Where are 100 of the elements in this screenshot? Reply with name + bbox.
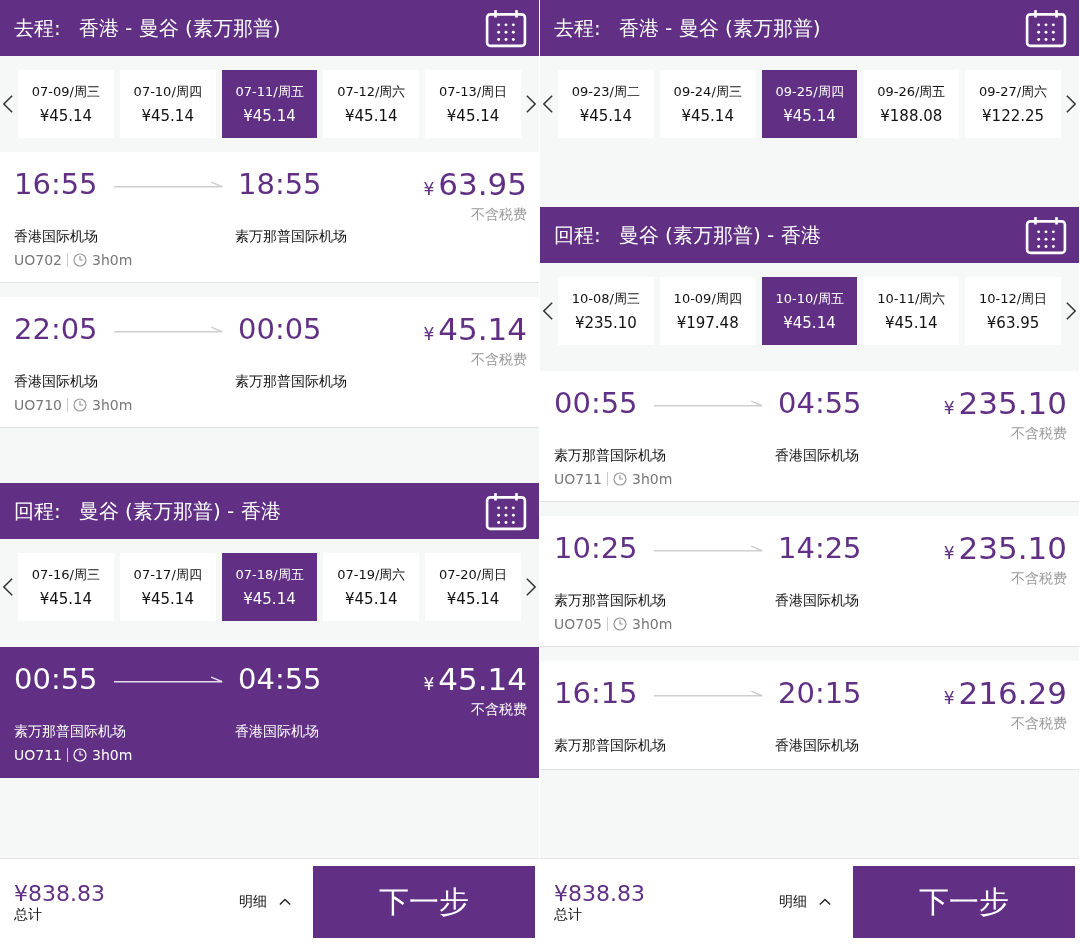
departure-airport: 素万那普国际机场 — [14, 723, 127, 741]
calendar-icon — [1025, 215, 1067, 255]
calendar-button[interactable] — [485, 491, 527, 531]
leg-label: 回程: — [554, 221, 601, 249]
date-tab[interactable]: 10-11/周六 ¥45.14 — [863, 277, 960, 345]
arrival-time: 04:55 — [778, 386, 863, 420]
flight-card[interactable]: 00:55 04:55 ¥235.10 不含税费 素万那普国际机场 香港国际机场 UO711 3h0m — [540, 371, 1079, 502]
flight-number: UO711 — [554, 471, 602, 487]
flight-duration: 3h0m — [92, 747, 133, 763]
fare-amount: 63.95 — [438, 166, 527, 202]
date-tab[interactable]: 09-25/周四 ¥45.14 — [761, 70, 858, 138]
date-tab[interactable]: 09-23/周二 ¥45.14 — [558, 70, 654, 138]
fare-amount: 235.10 — [958, 530, 1067, 566]
flight-duration: 3h0m — [632, 471, 673, 487]
chevron-left-icon — [3, 94, 13, 114]
currency-symbol: ¥ — [423, 674, 435, 694]
arrow-icon — [114, 324, 224, 334]
fare-amount: 235.10 — [958, 385, 1067, 421]
next-step-button[interactable]: 下一步 — [853, 866, 1075, 938]
departure-airport: 素万那普国际机场 — [554, 592, 667, 610]
date-tab[interactable]: 10-10/周五 ¥45.14 — [761, 277, 858, 345]
route-title: 曼谷 (素万那普) - 香港 — [618, 221, 822, 249]
flight-card[interactable]: 22:05 00:05 ¥45.14 不含税费 香港国际机场 素万那普国际机场 UO710 3h0m — [0, 297, 539, 428]
tax-note: 不含税费 — [1011, 425, 1067, 443]
total-price: ¥838.83 — [14, 880, 106, 906]
leg-label: 回程: — [14, 497, 61, 525]
departure-time: 22:05 — [14, 312, 99, 346]
arrow-icon — [114, 674, 224, 684]
arrival-time: 18:55 — [238, 167, 323, 201]
departure-airport: 香港国际机场 — [14, 228, 99, 246]
leg-label: 去程: — [554, 14, 601, 42]
calendar-icon — [485, 8, 527, 48]
flight-card[interactable]: 16:55 18:55 ¥63.95 不含税费 香港国际机场 素万那普国际机场 UO702 3h0m — [0, 152, 539, 283]
departure-airport: 素万那普国际机场 — [554, 737, 667, 755]
caret-up-icon — [819, 898, 831, 906]
chevron-right-icon — [1066, 301, 1076, 321]
date-tab[interactable]: 09-24/周三 ¥45.14 — [659, 70, 756, 138]
arrival-airport: 香港国际机场 — [235, 723, 320, 741]
calendar-icon — [485, 491, 527, 531]
flight-card[interactable]: 16:15 20:15 ¥216.29 不含税费 素万那普国际机场 香港国际机场 — [540, 661, 1079, 770]
arrival-time: 04:55 — [238, 662, 323, 696]
departure-airport: 香港国际机场 — [14, 373, 99, 391]
tax-note: 不含税费 — [1011, 570, 1067, 588]
chevron-right-icon — [526, 94, 536, 114]
flight-number: UO705 — [554, 616, 602, 632]
date-tab[interactable]: 07-12/周六 ¥45.14 — [323, 70, 420, 138]
arrow-icon — [654, 543, 764, 553]
arrow-icon — [114, 179, 224, 189]
flight-card[interactable]: 00:55 04:55 ¥45.14 不含税费 素万那普国际机场 香港国际机场 UO711 3h0m — [0, 647, 539, 778]
calendar-button[interactable] — [1025, 8, 1067, 48]
details-toggle[interactable]: 明细 — [233, 892, 297, 912]
arrival-airport: 香港国际机场 — [775, 737, 860, 755]
leg-label: 去程: — [14, 14, 61, 42]
clock-icon — [73, 398, 87, 412]
arrival-airport: 香港国际机场 — [775, 447, 860, 465]
date-tab[interactable]: 07-09/周三 ¥45.14 — [18, 70, 114, 138]
tax-note: 不含税费 — [471, 206, 527, 224]
departure-airport: 素万那普国际机场 — [554, 447, 667, 465]
arrow-icon — [654, 398, 764, 408]
departure-time: 16:55 — [14, 167, 99, 201]
currency-symbol: ¥ — [423, 324, 435, 344]
clock-icon — [73, 748, 87, 762]
date-tab[interactable]: 10-08/周三 ¥235.10 — [558, 277, 654, 345]
flight-card[interactable]: 10:25 14:25 ¥235.10 不含税费 素万那普国际机场 香港国际机场 UO705 3h0m — [540, 516, 1079, 647]
caret-up-icon — [279, 898, 291, 906]
date-tab[interactable]: 07-17/周四 ¥45.14 — [119, 553, 216, 621]
date-tab[interactable]: 09-26/周五 ¥188.08 — [863, 70, 960, 138]
total-price: ¥838.83 — [554, 880, 646, 906]
departure-time: 00:55 — [14, 662, 99, 696]
calendar-button[interactable] — [485, 8, 527, 48]
tax-note: 不含税费 — [1011, 715, 1067, 733]
arrival-time: 20:15 — [778, 676, 863, 710]
chevron-right-icon — [526, 577, 536, 597]
currency-symbol: ¥ — [423, 179, 435, 199]
date-tab[interactable]: 10-12/周日 ¥63.95 — [965, 277, 1061, 345]
date-tab[interactable]: 07-11/周五 ¥45.14 — [221, 70, 318, 138]
details-toggle[interactable]: 明细 — [773, 892, 837, 912]
date-tab[interactable]: 07-19/周六 ¥45.14 — [323, 553, 420, 621]
next-step-button[interactable]: 下一步 — [313, 866, 535, 938]
date-tab[interactable]: 07-13/周日 ¥45.14 — [425, 70, 521, 138]
date-tab[interactable]: 07-18/周五 ¥45.14 — [221, 553, 318, 621]
arrival-airport: 素万那普国际机场 — [235, 373, 348, 391]
arrival-time: 14:25 — [778, 531, 863, 565]
date-tab[interactable]: 07-10/周四 ¥45.14 — [119, 70, 216, 138]
calendar-icon — [1025, 8, 1067, 48]
flight-number: UO711 — [14, 747, 62, 763]
arrival-airport: 香港国际机场 — [775, 592, 860, 610]
chevron-left-icon — [3, 577, 13, 597]
date-tab[interactable]: 09-27/周六 ¥122.25 — [965, 70, 1061, 138]
calendar-button[interactable] — [1025, 215, 1067, 255]
chevron-right-icon — [1066, 94, 1076, 114]
departure-time: 16:15 — [554, 676, 639, 710]
chevron-left-icon — [543, 301, 553, 321]
chevron-left-icon — [543, 94, 553, 114]
date-tab[interactable]: 07-20/周日 ¥45.14 — [425, 553, 521, 621]
date-tab[interactable]: 07-16/周三 ¥45.14 — [18, 553, 114, 621]
currency-symbol: ¥ — [943, 398, 955, 418]
fare-amount: 45.14 — [438, 661, 527, 697]
date-tab[interactable]: 10-09/周四 ¥197.48 — [659, 277, 756, 345]
total-label: 总计 — [554, 905, 583, 924]
